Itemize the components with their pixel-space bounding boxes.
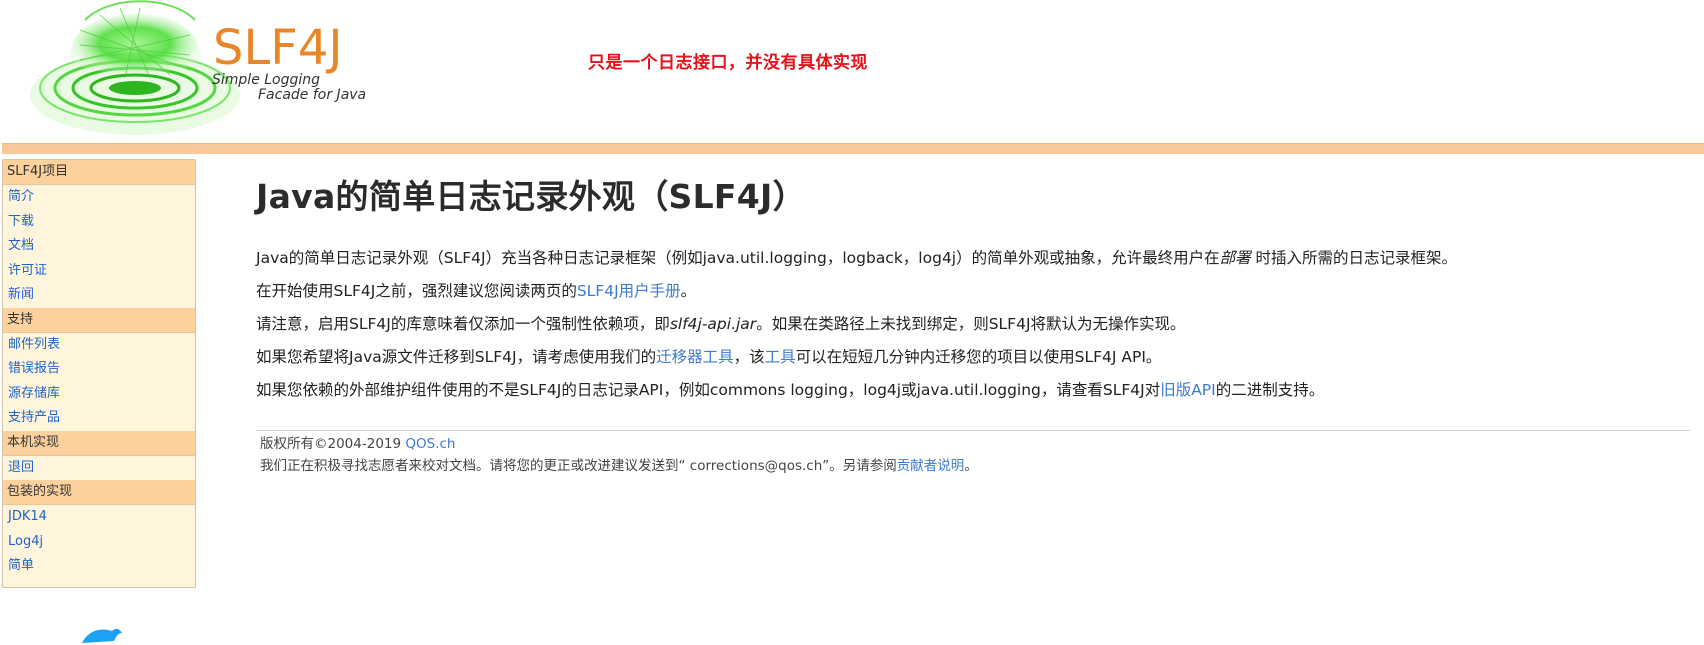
manual-paragraph: 在开始使用SLF4J之前，强烈建议您阅读两页的SLF4J用户手册。: [256, 275, 1686, 308]
sidebar-item-simple[interactable]: 简单: [3, 554, 195, 579]
volunteer-text-end: 。: [964, 458, 978, 474]
sidebar-item-bug-reports[interactable]: 错误报告: [3, 357, 195, 382]
manual-text-end: 。: [680, 282, 697, 300]
tool-link[interactable]: 工具: [765, 348, 796, 366]
page-title: Java的简单日志记录外观（SLF4J）: [256, 177, 806, 216]
footer-divider: [256, 430, 1690, 431]
sidebar-section-project: SLF4J项目: [3, 160, 195, 185]
sidebar-item-news[interactable]: 新闻: [3, 283, 195, 308]
sidebar-section-native: 本机实现: [3, 430, 195, 456]
legacy-paragraph: 如果您依赖的外部维护组件使用的不是SLF4J的日志记录API，例如commons…: [256, 374, 1686, 407]
qos-link[interactable]: QOS.ch: [405, 436, 455, 452]
legacy-text: 如果您依赖的外部维护组件使用的不是SLF4J的日志记录API，例如commons…: [256, 381, 1161, 399]
logo-subtitle-1: Simple Logging: [212, 72, 320, 88]
migrator-text-end: 可以在短短几分钟内迁移您的项目以使用SLF4J API。: [795, 348, 1162, 366]
manual-text: 在开始使用SLF4J之前，强烈建议您阅读两页的: [256, 282, 577, 300]
api-jar-emphasis: slf4j-api.jar: [669, 315, 757, 333]
page-header: SLF4J Simple Logging Facade for Java 只是一…: [0, 0, 1704, 143]
copyright-line: 版权所有©2004-2019 QOS.ch: [260, 433, 978, 455]
page-footer: 版权所有©2004-2019 QOS.ch 我们正在积极寻找志愿者来校对文档。请…: [260, 433, 978, 477]
legacy-text-end: 的二进制支持。: [1215, 381, 1325, 399]
migrator-tool-link[interactable]: 迁移器工具: [656, 348, 734, 366]
intro-text-end: 时插入所需的日志记录框架。: [1250, 249, 1458, 267]
migrator-text: 如果您希望将Java源文件迁移到SLF4J，请考虑使用我们的: [256, 348, 657, 366]
logo-brand: SLF4J: [213, 20, 343, 76]
copyright-text: 版权所有©2004-2019: [260, 436, 406, 452]
sidebar-item-mailing-lists[interactable]: 邮件列表: [3, 333, 195, 358]
legacy-api-link[interactable]: 旧版API: [1160, 381, 1216, 399]
sidebar-nav: SLF4J项目 简介 下载 文档 许可证 新闻 支持 邮件列表 错误报告 源存储…: [2, 159, 196, 588]
intro-emphasis: 部署: [1219, 249, 1251, 267]
contributor-notes-link[interactable]: 贡献者说明: [897, 458, 965, 474]
migrator-paragraph: 如果您希望将Java源文件迁移到SLF4J，请考虑使用我们的迁移器工具，该工具可…: [256, 341, 1686, 374]
sidebar-section-wrapped: 包装的实现: [3, 480, 195, 505]
dependency-text: 请注意，启用SLF4J的库意味着仅添加一个强制性依赖项，即: [256, 315, 670, 333]
sidebar-item-log4j[interactable]: Log4j: [3, 530, 195, 555]
sidebar-item-intro[interactable]: 简介: [3, 185, 195, 210]
dependency-text-end: 。如果在类路径上未找到绑定，则SLF4J将默认为无操作实现。: [756, 315, 1186, 333]
sidebar-item-fallback[interactable]: 退回: [3, 456, 195, 481]
main-content: Java的简单日志记录外观（SLF4J） Java的简单日志记录外观（SLF4J…: [256, 172, 1686, 407]
intro-text: Java的简单日志记录外观（SLF4J）充当各种日志记录框架（例如java.ut…: [256, 249, 1220, 267]
sidebar-item-source-repo[interactable]: 源存储库: [3, 382, 195, 407]
sidebar-section-support: 支持: [3, 307, 195, 333]
header-accent-bar: [2, 143, 1704, 154]
user-manual-link[interactable]: SLF4J用户手册: [577, 282, 681, 300]
migrator-text-mid: ，该: [733, 348, 765, 366]
sidebar-item-support-products[interactable]: 支持产品: [3, 406, 195, 431]
sidebar-item-docs[interactable]: 文档: [3, 234, 195, 259]
sidebar-item-download[interactable]: 下载: [3, 210, 195, 235]
logo-subtitle-2: Facade for Java: [258, 87, 366, 103]
sidebar-item-license[interactable]: 许可证: [3, 259, 195, 284]
sidebar-item-jdk14[interactable]: JDK14: [3, 505, 195, 530]
volunteer-line: 我们正在积极寻找志愿者来校对文档。请将您的更正或改进建议发送到“ correct…: [260, 455, 978, 477]
dependency-paragraph: 请注意，启用SLF4J的库意味着仅添加一个强制性依赖项，即slf4j-api.j…: [256, 308, 1686, 341]
twitter-icon[interactable]: [78, 625, 126, 645]
volunteer-text: 我们正在积极寻找志愿者来校对文档。请将您的更正或改进建议发送到“ correct…: [260, 458, 897, 474]
intro-paragraph: Java的简单日志记录外观（SLF4J）充当各种日志记录框架（例如java.ut…: [256, 242, 1686, 275]
slf4j-logo[interactable]: SLF4J Simple Logging Facade for Java: [10, 0, 370, 143]
header-tagline: 只是一个日志接口，并没有具体实现: [588, 53, 868, 73]
